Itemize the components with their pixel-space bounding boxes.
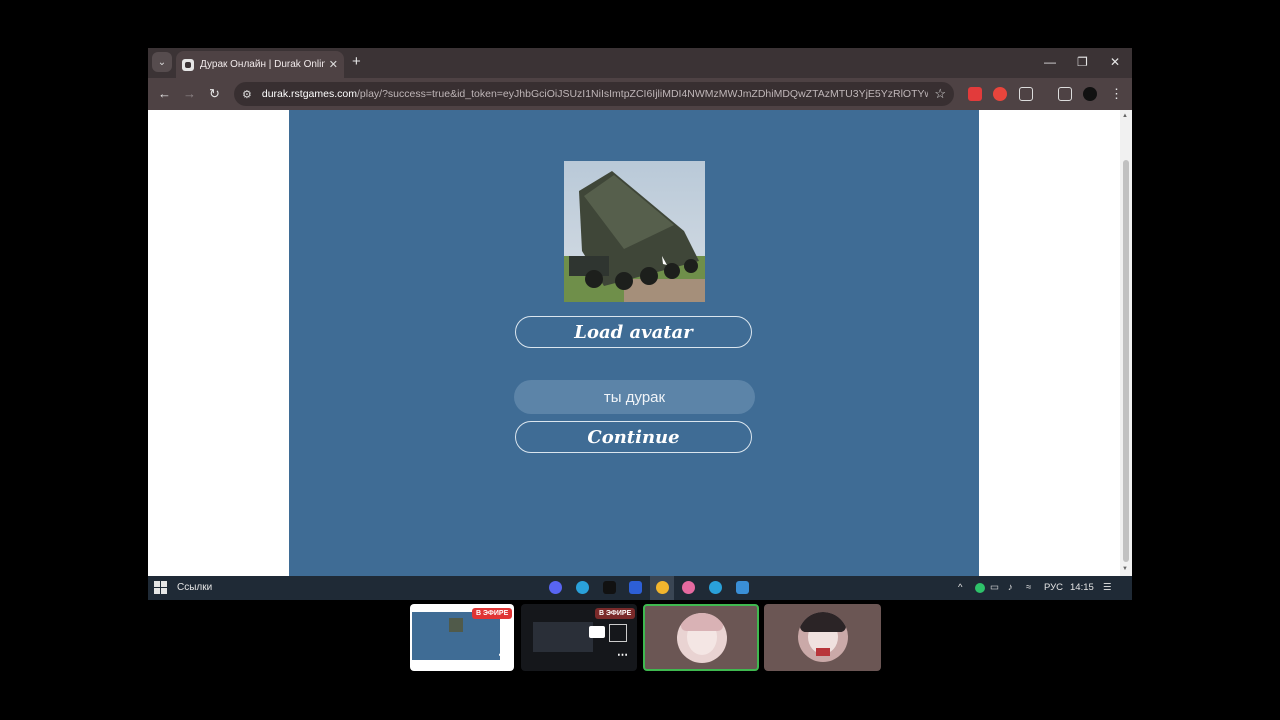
game-panel: Load avatar ты дурак Continue <box>289 110 979 576</box>
tab-close-icon[interactable]: ✕ <box>329 58 338 71</box>
more-options-icon[interactable]: ⋯ <box>498 648 509 661</box>
telegram-2-icon[interactable] <box>709 581 722 594</box>
battery-icon[interactable]: ▭ <box>990 582 999 593</box>
address-bar[interactable]: ⚙ durak.rstgames.com/play/?success=true&… <box>234 82 954 106</box>
avatar-ribbon <box>816 648 830 656</box>
windows-taskbar: Ссылки ^ ▭ ♪ ≈ РУС 14:15 ☰ <box>148 576 1132 600</box>
preview-avatar <box>449 618 463 632</box>
id-card-icon <box>609 624 627 642</box>
language-indicator[interactable]: РУС <box>1044 582 1063 593</box>
player-name-input[interactable]: ты дурак <box>514 380 755 414</box>
participant-avatar <box>798 612 848 662</box>
more-options-icon[interactable]: ⋯ <box>617 648 628 661</box>
continue-button[interactable]: Continue <box>515 421 752 453</box>
back-icon[interactable]: ← <box>158 86 171 102</box>
pink-app-icon[interactable] <box>682 581 695 594</box>
clock[interactable]: 14:15 <box>1070 582 1094 593</box>
browser-toolbar: ← → ↻ ⚙ durak.rstgames.com/play/?success… <box>148 78 1132 110</box>
tab-search-icon[interactable]: ⌄ <box>152 52 172 72</box>
profile-avatar-icon[interactable] <box>1083 87 1097 101</box>
browser-menu-icon[interactable]: ⋮ <box>1110 86 1123 102</box>
live-badge: В ЭФИРЕ <box>595 608 636 619</box>
wifi-icon[interactable]: ≈ <box>1026 582 1031 593</box>
discord-icon[interactable] <box>549 581 562 594</box>
participant-tile-2[interactable] <box>764 604 881 671</box>
extension-fire-icon[interactable] <box>993 87 1007 101</box>
url-text: durak.rstgames.com/play/?success=true&id… <box>262 88 928 100</box>
vscode-icon[interactable] <box>629 581 642 594</box>
site-settings-icon[interactable]: ⚙ <box>242 88 252 101</box>
url-domain: durak.rstgames.com <box>261 88 357 100</box>
avatar-hair <box>681 613 723 631</box>
volume-icon[interactable]: ♪ <box>1008 582 1013 593</box>
camera-icon <box>589 626 605 638</box>
close-window-icon[interactable]: ✕ <box>1110 55 1120 69</box>
minimize-icon[interactable]: — <box>1044 55 1056 69</box>
preview-game-image <box>412 612 500 660</box>
site-favicon-icon <box>182 58 194 71</box>
extension-red-icon[interactable] <box>968 87 982 101</box>
tiktok-icon[interactable] <box>603 581 616 594</box>
tab-bar: ⌄ Дурак Онлайн | Durak Online ✕ + — ❐ ✕ <box>148 48 1132 78</box>
telegram-icon[interactable] <box>576 581 589 594</box>
page-viewport: Load avatar ты дурак Continue ▲ ▼ <box>148 110 1132 576</box>
windows-start-icon[interactable] <box>154 581 168 595</box>
preview-desk-image <box>533 622 593 652</box>
reload-icon[interactable]: ↻ <box>209 86 220 102</box>
participant-tile-1[interactable] <box>643 604 759 671</box>
extensions-puzzle-icon[interactable] <box>1019 87 1033 101</box>
avatar-image <box>564 161 705 302</box>
avatar-hair <box>800 612 846 632</box>
chrome-icon[interactable] <box>656 581 669 594</box>
page-scrollbar[interactable]: ▲ ▼ <box>1120 110 1132 576</box>
bookmark-star-icon[interactable]: ☆ <box>934 86 946 102</box>
links-toolbar-label[interactable]: Ссылки <box>177 582 212 593</box>
new-tab-icon[interactable]: + <box>352 54 361 70</box>
load-avatar-button[interactable]: Load avatar <box>515 316 752 348</box>
scroll-thumb[interactable] <box>1123 160 1129 562</box>
participant-avatar <box>677 613 727 663</box>
side-panel-icon[interactable] <box>1058 87 1072 101</box>
notifications-icon[interactable]: ☰ <box>1103 582 1112 593</box>
tab-durak-online[interactable]: Дурак Онлайн | Durak Online ✕ <box>176 51 344 78</box>
forward-icon[interactable]: → <box>183 86 196 102</box>
blue-app-icon[interactable] <box>736 581 749 594</box>
live-badge: В ЭФИРЕ <box>472 608 513 619</box>
browser-window: ⌄ Дурак Онлайн | Durak Online ✕ + — ❐ ✕ … <box>148 48 1132 600</box>
scroll-down-icon[interactable]: ▼ <box>1122 566 1128 572</box>
tab-title: Дурак Онлайн | Durak Online <box>200 59 325 70</box>
stream-preview-2[interactable]: В ЭФИРЕ ⋯ <box>521 604 637 671</box>
restore-icon[interactable]: ❐ <box>1077 55 1088 69</box>
tray-chevron-icon[interactable]: ^ <box>958 582 962 593</box>
tray-status-icon[interactable] <box>975 583 985 593</box>
stream-preview-1[interactable]: В ЭФИРЕ ⋯ <box>410 604 514 671</box>
scroll-up-icon[interactable]: ▲ <box>1122 113 1128 119</box>
url-path: /play/?success=true&id_token=eyJhbGciOiJ… <box>357 88 929 100</box>
